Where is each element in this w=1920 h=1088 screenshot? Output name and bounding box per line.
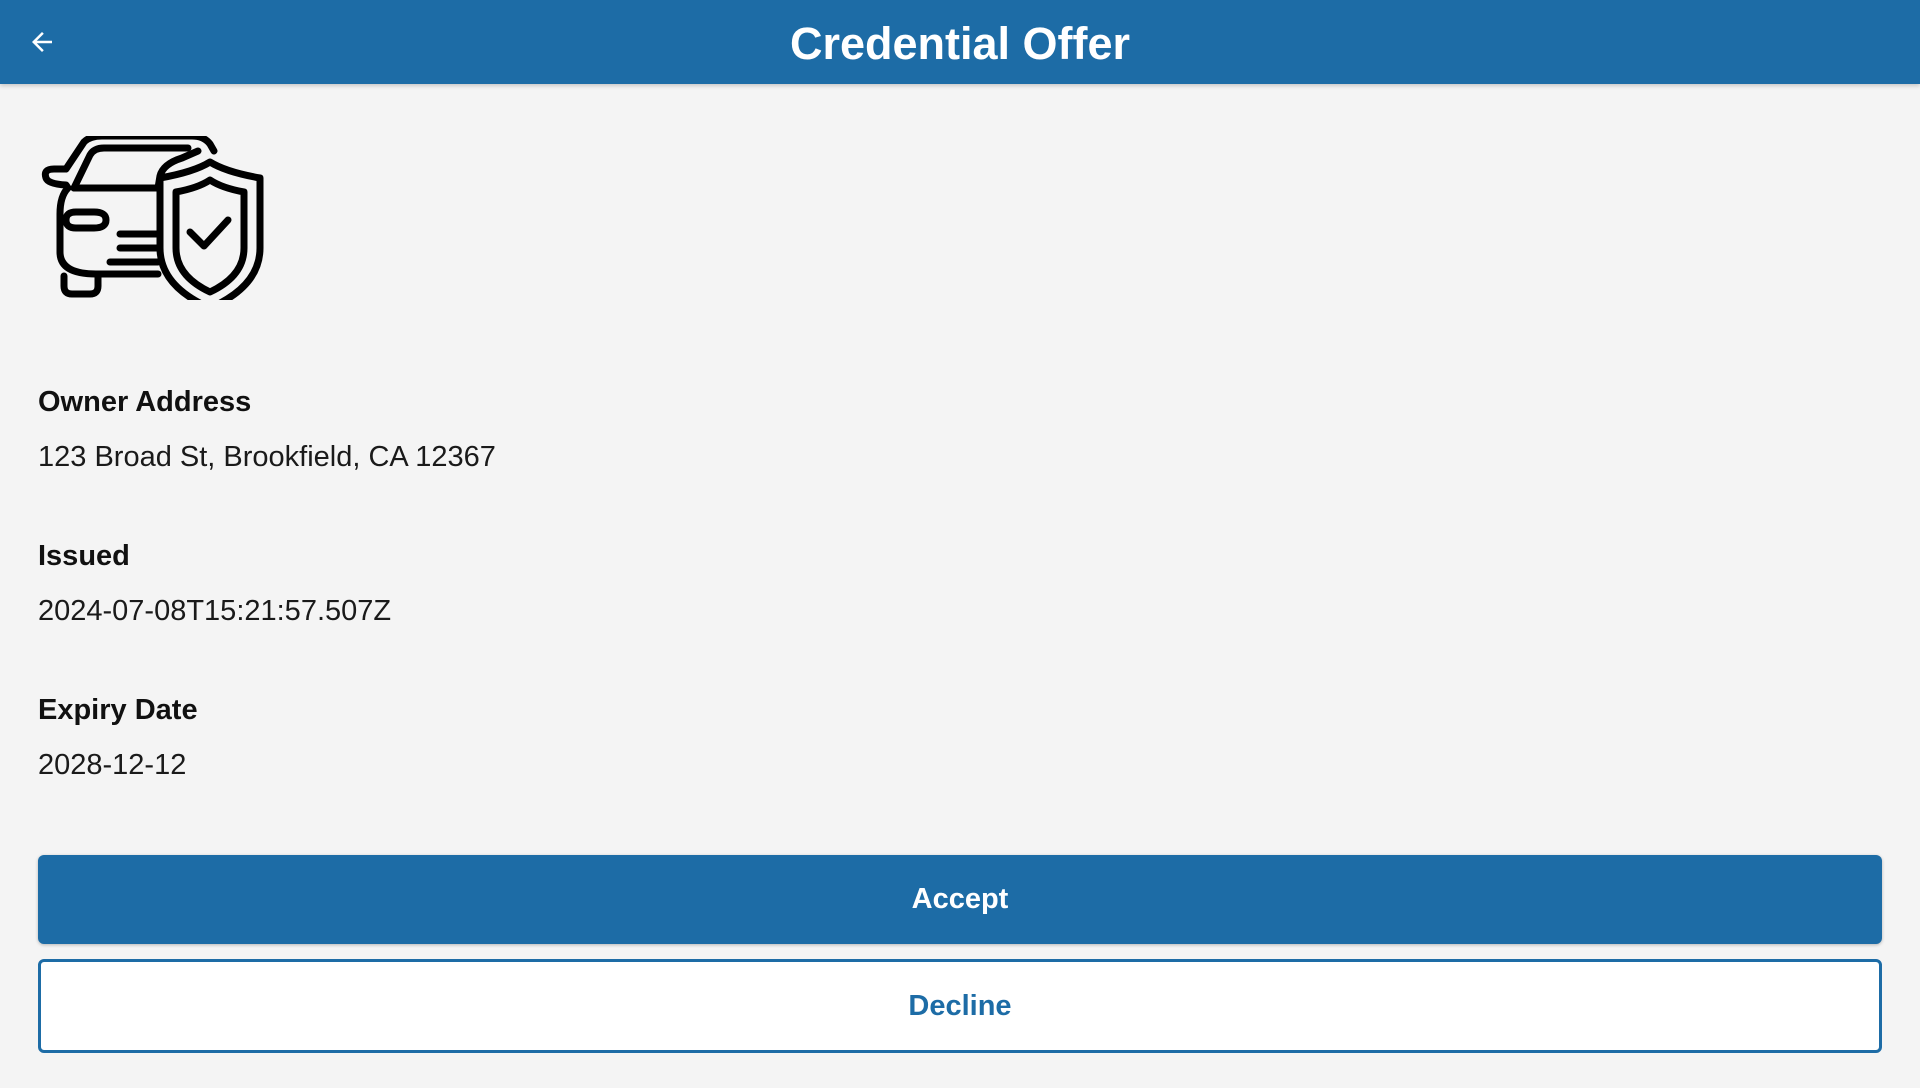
decline-button[interactable]: Decline xyxy=(38,959,1882,1053)
accept-button[interactable]: Accept xyxy=(38,855,1882,944)
field-issued: Issued 2024-07-08T15:21:57.507Z xyxy=(38,538,391,629)
field-value: 2028-12-12 xyxy=(38,749,187,781)
field-value: 2024-07-08T15:21:57.507Z xyxy=(38,595,392,627)
page-title: Credential Offer xyxy=(789,18,1131,69)
field-expiry-date: Expiry Date 2028-12-12 xyxy=(38,692,198,783)
app-bar: Credential Offer xyxy=(0,0,1920,84)
field-label: Expiry Date xyxy=(38,694,198,726)
arrow-left-icon xyxy=(32,32,52,52)
field-label: Owner Address xyxy=(38,386,252,418)
back-button[interactable] xyxy=(18,18,66,66)
car-shield-check-icon xyxy=(41,136,264,300)
field-value: 123 Broad St, Brookfield, CA 12367 xyxy=(38,441,496,473)
field-label: Issued xyxy=(38,540,130,572)
field-owner-address: Owner Address 123 Broad St, Brookfield, … xyxy=(38,384,496,475)
